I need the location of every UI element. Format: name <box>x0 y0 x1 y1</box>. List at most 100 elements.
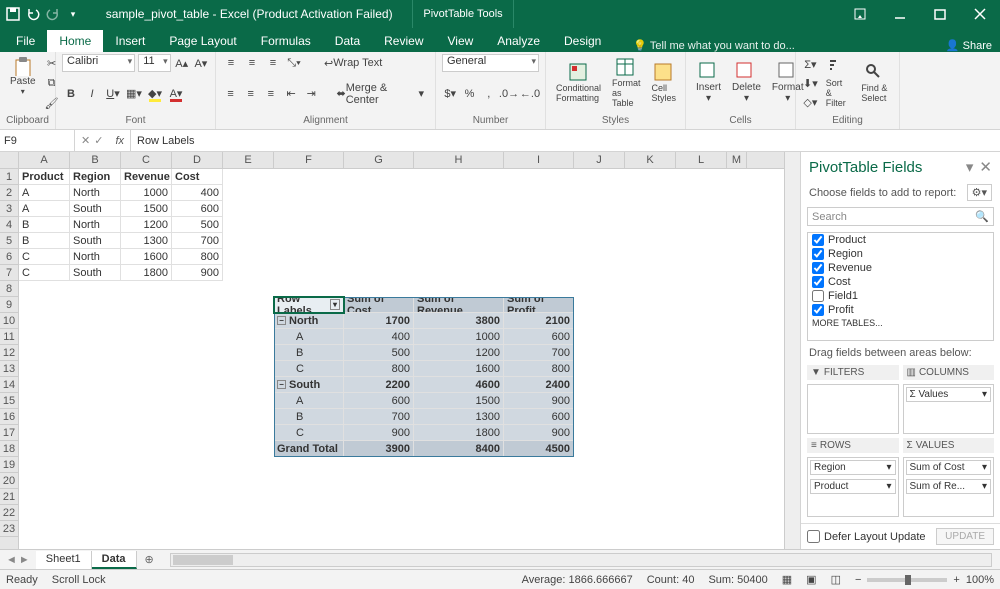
cell[interactable]: 2200 <box>344 377 414 393</box>
cell[interactable]: North <box>70 249 121 265</box>
cell[interactable]: 1800 <box>121 265 172 281</box>
row-header[interactable]: 21 <box>0 489 18 505</box>
column-header[interactable]: E <box>223 152 274 168</box>
fill-icon[interactable]: ⬇▾ <box>802 74 819 92</box>
zone-item[interactable]: Σ Values▾ <box>906 387 992 402</box>
row-header[interactable]: 2 <box>0 185 18 201</box>
row-header[interactable]: 6 <box>0 249 18 265</box>
cell[interactable]: 900 <box>504 393 574 409</box>
cell[interactable]: A <box>19 185 70 201</box>
column-header[interactable]: K <box>625 152 676 168</box>
cell[interactable]: 1500 <box>414 393 504 409</box>
row-header[interactable]: 20 <box>0 473 18 489</box>
cell[interactable]: 1000 <box>121 185 172 201</box>
cell[interactable]: 3900 <box>344 441 414 457</box>
save-icon[interactable] <box>6 7 20 21</box>
cell[interactable]: Row Labels ▾ <box>274 297 344 313</box>
indent-inc-icon[interactable]: ⇥ <box>303 85 320 103</box>
sheet-nav-prev-icon[interactable]: ◄ <box>6 554 17 566</box>
row-header[interactable]: 9 <box>0 297 18 313</box>
row-header[interactable]: 13 <box>0 361 18 377</box>
align-left-icon[interactable]: ≡ <box>222 85 239 103</box>
qa-dropdown-icon[interactable]: ▾ <box>66 7 80 21</box>
font-name-select[interactable]: Calibri <box>62 54 135 72</box>
row-header[interactable]: 18 <box>0 441 18 457</box>
cell[interactable]: B <box>19 233 70 249</box>
cell[interactable]: 1000 <box>414 329 504 345</box>
worksheet-grid[interactable]: ABCDEFGHIJKLM 12345678910111213141516171… <box>0 152 784 549</box>
more-tables[interactable]: MORE TABLES... <box>808 317 993 329</box>
cell[interactable]: 1300 <box>121 233 172 249</box>
sort-filter-button[interactable]: Sort & Filter <box>822 56 855 110</box>
column-header[interactable]: B <box>70 152 121 168</box>
font-color-button[interactable]: A▾ <box>167 85 185 103</box>
undo-icon[interactable] <box>26 7 40 21</box>
cell[interactable]: North <box>70 217 121 233</box>
indent-dec-icon[interactable]: ⇤ <box>282 85 299 103</box>
zoom-in-icon[interactable]: + <box>953 574 959 586</box>
cell[interactable]: North <box>70 185 121 201</box>
row-header[interactable]: 17 <box>0 425 18 441</box>
cell[interactable]: C <box>19 265 70 281</box>
field-item[interactable]: Region <box>808 247 993 261</box>
tab-insert[interactable]: Insert <box>103 30 157 52</box>
cell[interactable]: Product <box>19 169 70 185</box>
zone-item[interactable]: Product▾ <box>810 479 896 494</box>
field-item[interactable]: Product <box>808 233 993 247</box>
add-sheet-button[interactable]: ⊕ <box>137 553 162 566</box>
insert-cells-button[interactable]: Insert▾ <box>692 60 725 106</box>
name-box[interactable]: F9 <box>0 130 75 151</box>
orientation-icon[interactable]: ⤡▾ <box>285 54 303 72</box>
delete-cells-button[interactable]: Delete▾ <box>728 60 765 106</box>
decrease-font-icon[interactable]: A▾ <box>193 54 209 72</box>
row-header[interactable]: 23 <box>0 521 18 537</box>
percent-icon[interactable]: % <box>461 85 477 103</box>
increase-font-icon[interactable]: A▴ <box>174 54 190 72</box>
clear-icon[interactable]: ◇▾ <box>802 93 819 111</box>
cell[interactable]: 1800 <box>414 425 504 441</box>
pane-dropdown-icon[interactable]: ▾ <box>966 158 974 176</box>
column-header[interactable]: G <box>344 152 414 168</box>
cell[interactable]: 1200 <box>414 345 504 361</box>
rows-zone[interactable]: Region▾Product▾ <box>807 457 899 517</box>
cell[interactable]: 700 <box>344 409 414 425</box>
cell[interactable]: −North <box>274 313 344 329</box>
cancel-formula-icon[interactable]: ✕ <box>81 134 90 147</box>
cell[interactable]: A <box>274 329 344 345</box>
paste-button[interactable]: Paste ▾ <box>6 54 40 98</box>
cell[interactable]: 400 <box>172 185 223 201</box>
field-item[interactable]: Field1 <box>808 289 993 303</box>
select-all-corner[interactable] <box>0 152 19 169</box>
row-header[interactable]: 4 <box>0 217 18 233</box>
cell[interactable]: 2100 <box>504 313 574 329</box>
column-header[interactable]: J <box>574 152 625 168</box>
merge-button[interactable]: ⬌ Merge & Center ▾ <box>331 85 429 103</box>
align-bot-icon[interactable]: ≡ <box>264 54 282 72</box>
cell[interactable]: 1700 <box>344 313 414 329</box>
ribbon-options-icon[interactable] <box>840 0 880 28</box>
tab-data[interactable]: Data <box>323 30 372 52</box>
cell[interactable]: Grand Total <box>274 441 344 457</box>
align-top-icon[interactable]: ≡ <box>222 54 240 72</box>
cell[interactable]: 3800 <box>414 313 504 329</box>
filters-zone[interactable] <box>807 384 899 434</box>
cell[interactable]: Sum of Cost <box>344 297 414 313</box>
row-header[interactable]: 7 <box>0 265 18 281</box>
maximize-icon[interactable] <box>920 0 960 28</box>
column-header[interactable]: C <box>121 152 172 168</box>
italic-button[interactable]: I <box>83 85 101 103</box>
cell[interactable]: 800 <box>504 361 574 377</box>
cell[interactable]: A <box>274 393 344 409</box>
update-button[interactable]: UPDATE <box>936 528 994 545</box>
row-header[interactable]: 5 <box>0 233 18 249</box>
inc-decimal-icon[interactable]: .0→ <box>500 85 518 103</box>
cell[interactable]: Sum of Revenue <box>414 297 504 313</box>
column-header[interactable]: I <box>504 152 574 168</box>
cell[interactable]: 400 <box>344 329 414 345</box>
tell-me-input[interactable]: 💡 Tell me what you want to do... <box>633 39 794 52</box>
fill-color-button[interactable]: ◆▾ <box>146 85 164 103</box>
sheet-tab[interactable]: Sheet1 <box>36 551 92 569</box>
currency-icon[interactable]: $▾ <box>442 85 458 103</box>
align-right-icon[interactable]: ≡ <box>262 85 279 103</box>
tab-home[interactable]: Home <box>47 30 103 52</box>
